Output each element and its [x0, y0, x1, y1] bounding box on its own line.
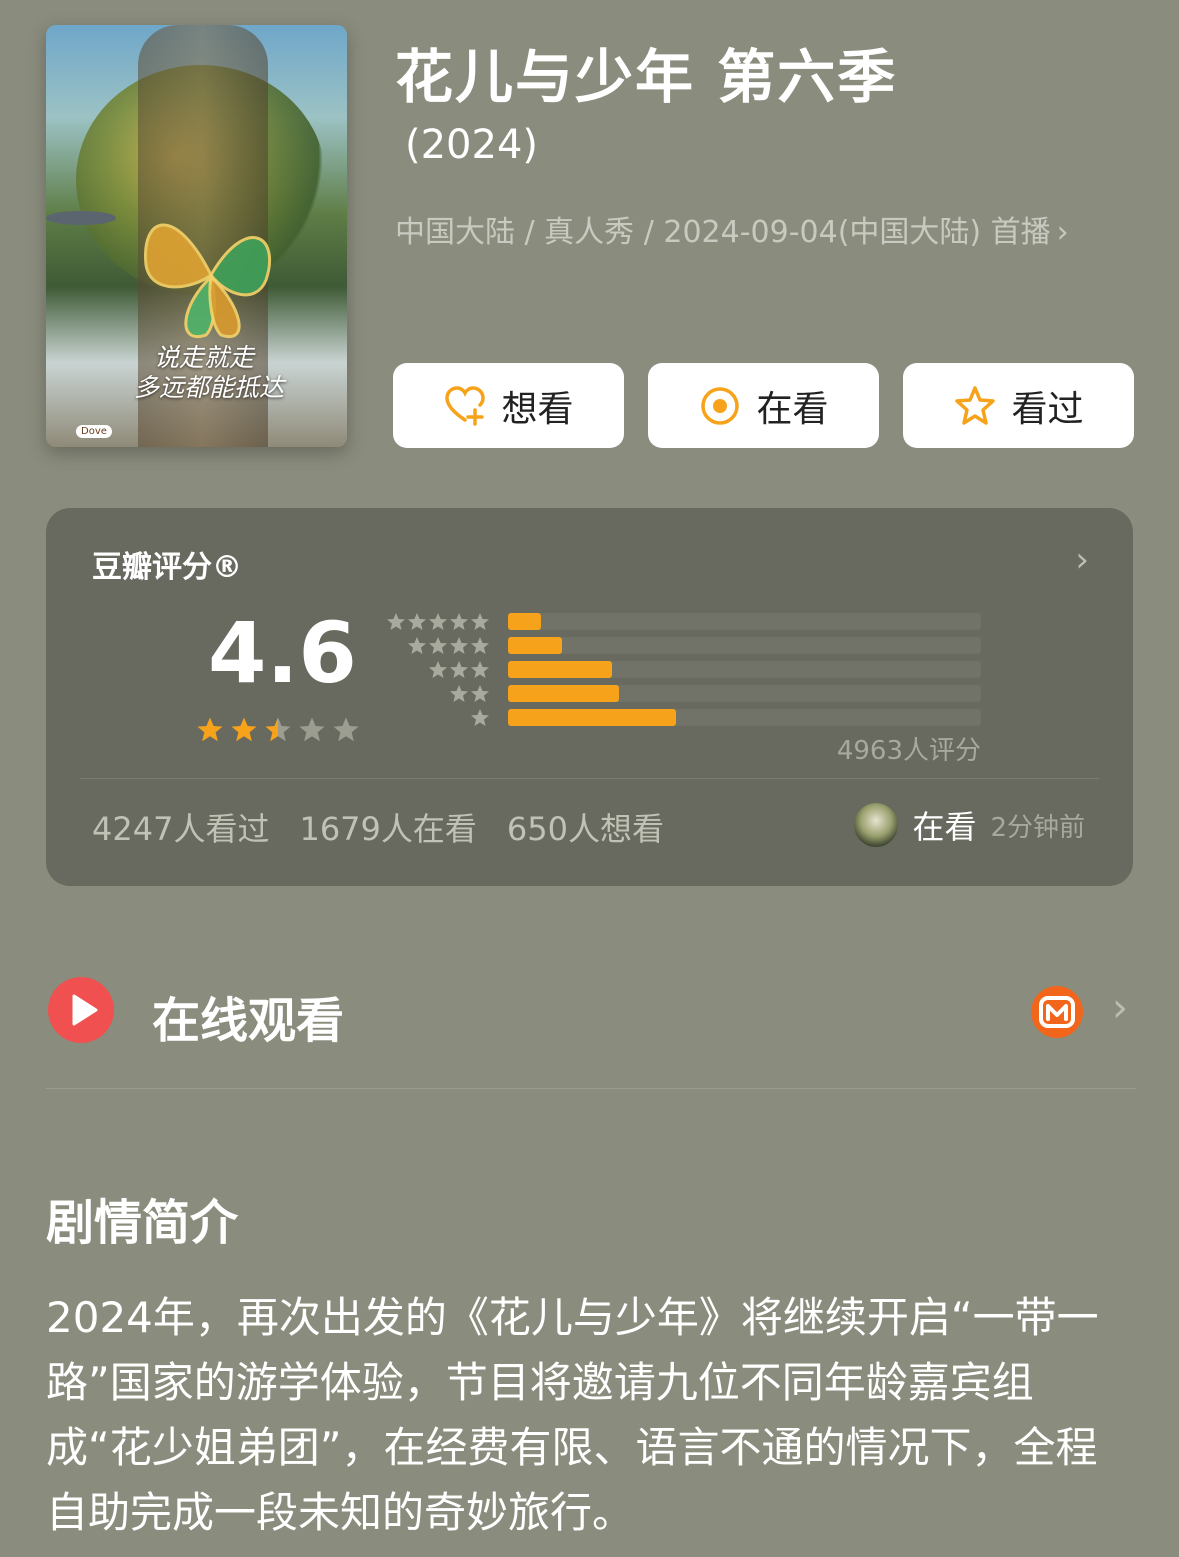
- distribution-row-4-star: [386, 634, 986, 658]
- star-small-icon: [471, 613, 489, 630]
- chevron-right-icon[interactable]: ›: [1112, 985, 1128, 1031]
- rating-card[interactable]: 豆瓣评分® › 4.6 4963人评分 4247人看过 1679人在看 650人…: [46, 508, 1133, 886]
- distribution-bar: [508, 661, 612, 678]
- distribution-stars: [470, 708, 490, 728]
- star-small-icon: [450, 685, 468, 702]
- audience-stats: 4247人看过 1679人在看 650人想看: [92, 804, 664, 850]
- star-small-icon: [471, 709, 489, 726]
- star-half-icon: [265, 717, 291, 742]
- poster-tagline-line1: 说走就走: [154, 343, 255, 372]
- distribution-stars: [407, 636, 490, 656]
- want-to-watch-label: 想看: [501, 388, 574, 430]
- heart-plus-icon: [443, 384, 487, 428]
- watched-label: 看过: [1011, 388, 1084, 430]
- want-count[interactable]: 650人想看: [507, 804, 664, 850]
- avatar[interactable]: [854, 803, 899, 847]
- watched-count[interactable]: 4247人看过: [92, 804, 269, 850]
- star-small-icon: [471, 685, 489, 702]
- rating-count: 4963人评分: [836, 736, 981, 766]
- divider: [46, 1088, 1136, 1089]
- distribution-track: [508, 661, 981, 678]
- mgtv-provider-icon[interactable]: [1030, 985, 1084, 1039]
- distribution-bar: [508, 637, 562, 654]
- butterfly-illustration: [144, 223, 272, 339]
- chevron-right-icon[interactable]: ›: [1075, 540, 1089, 580]
- rating-score: 4.6: [208, 604, 357, 702]
- want-to-watch-button[interactable]: 想看: [393, 363, 624, 448]
- play-icon: [48, 977, 114, 1043]
- poster-tagline-line2: 多远都能抵达: [134, 373, 285, 402]
- recent-activity[interactable]: 在看 2分钟前: [854, 802, 1085, 848]
- distribution-track: [508, 637, 981, 654]
- release-year: (2024): [405, 122, 539, 168]
- target-circle-icon: [698, 384, 742, 428]
- watching-button[interactable]: 在看: [648, 363, 879, 448]
- synopsis-title: 剧情简介: [46, 1195, 239, 1251]
- star-small-icon: [429, 613, 447, 630]
- recent-time: 2分钟前: [990, 812, 1085, 843]
- watching-count[interactable]: 1679人在看: [299, 804, 476, 850]
- star-small-icon: [387, 613, 405, 630]
- star-small-icon: [450, 613, 468, 630]
- distribution-bar: [508, 613, 541, 630]
- watched-button[interactable]: 看过: [903, 363, 1134, 448]
- poster-ufo: [46, 211, 116, 225]
- star-empty-icon: [333, 717, 359, 742]
- watching-label: 在看: [756, 388, 829, 430]
- poster-brand-logo: Dove: [76, 425, 112, 438]
- distribution-track: [508, 709, 981, 726]
- poster-tagline: 说走就走 多远都能抵达: [134, 343, 314, 403]
- star-empty-icon: [299, 717, 325, 742]
- show-meta-text: 中国大陆 / 真人秀 / 2024-09-04(中国大陆) 首播: [395, 215, 1051, 250]
- rating-stars: [196, 716, 360, 744]
- star-small-icon: [450, 637, 468, 654]
- distribution-track: [508, 613, 981, 630]
- star-filled-icon: [231, 717, 257, 742]
- show-meta-link[interactable]: 中国大陆 / 真人秀 / 2024-09-04(中国大陆) 首播 ›: [395, 205, 1095, 261]
- distribution-stars: [449, 684, 490, 704]
- rating-label: 豆瓣评分®: [92, 550, 242, 585]
- star-small-icon: [471, 637, 489, 654]
- star-outline-icon: [953, 384, 997, 428]
- star-small-icon: [408, 613, 426, 630]
- distribution-row-5-star: [386, 610, 986, 634]
- star-filled-icon: [197, 717, 223, 742]
- page-title: 花儿与少年 第六季: [395, 43, 898, 111]
- watch-online-label: 在线观看: [152, 993, 345, 1049]
- synopsis-text: 2024年，再次出发的《花儿与少年》将继续开启“一带一路”国家的游学体验，节目将…: [46, 1293, 1099, 1537]
- poster-image[interactable]: 说走就走 多远都能抵达 Dove: [46, 25, 347, 447]
- distribution-stars: [386, 612, 490, 632]
- chevron-right-icon: ›: [1056, 215, 1069, 250]
- star-small-icon: [429, 637, 447, 654]
- star-small-icon: [429, 661, 447, 678]
- distribution-row-3-star: [386, 658, 986, 682]
- distribution-stars: [428, 660, 490, 680]
- watch-online-row[interactable]: 在线观看 ›: [46, 975, 1136, 1049]
- divider: [80, 778, 1099, 779]
- star-small-icon: [450, 661, 468, 678]
- star-small-icon: [408, 637, 426, 654]
- distribution-track: [508, 685, 981, 702]
- distribution-bar: [508, 709, 676, 726]
- distribution-row-1-star: [386, 706, 986, 730]
- star-small-icon: [471, 661, 489, 678]
- distribution-bar: [508, 685, 619, 702]
- distribution-row-2-star: [386, 682, 986, 706]
- recent-status: 在看: [912, 808, 977, 846]
